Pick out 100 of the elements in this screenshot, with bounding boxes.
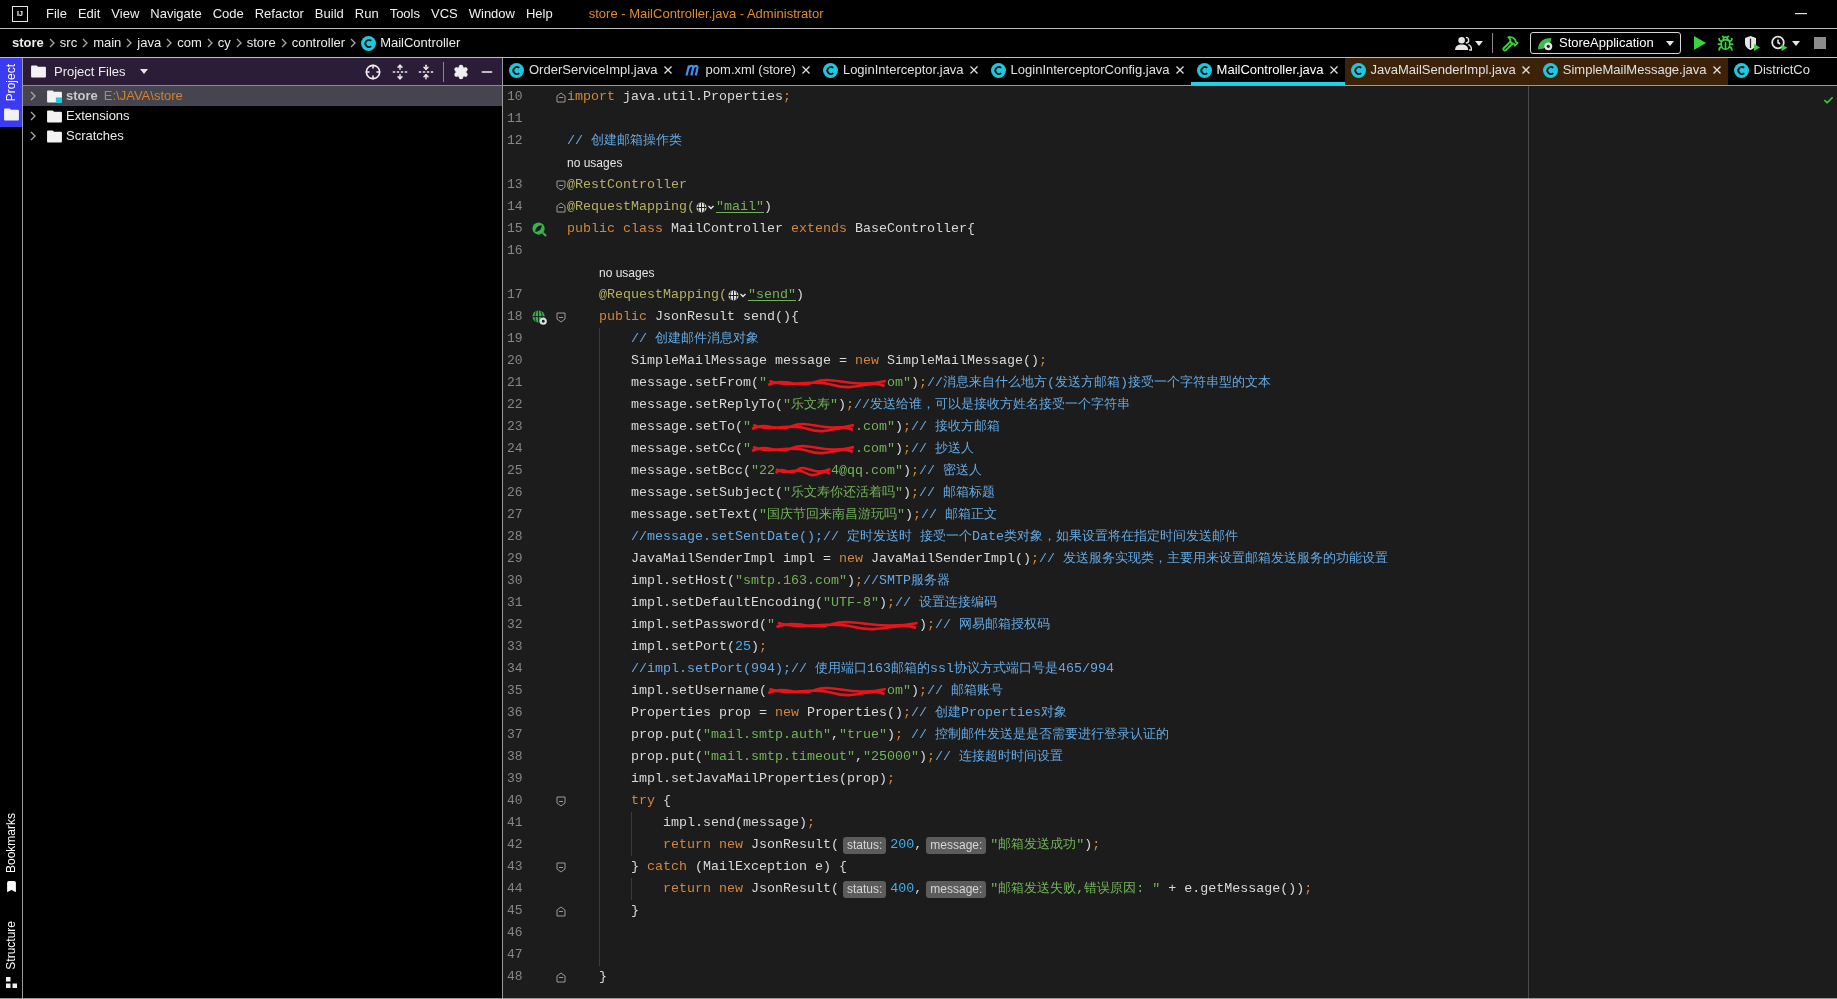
shield-icon[interactable]	[1744, 35, 1760, 51]
code-text: .com");// 接收方邮箱	[855, 418, 1000, 436]
fold-start-icon[interactable]	[556, 311, 566, 323]
breadcrumb-item[interactable]: com	[177, 33, 202, 53]
editor-tab[interactable]: JavaMailSenderImpl.java	[1344, 58, 1537, 85]
menu-item[interactable]: Build	[314, 4, 344, 24]
settings-icon[interactable]	[453, 63, 469, 80]
leaf-icon[interactable]	[531, 221, 547, 237]
users-icon[interactable]	[1455, 35, 1472, 51]
tool-window-tab[interactable]: Bookmarks	[0, 807, 22, 900]
breadcrumb-item[interactable]: src	[59, 33, 78, 53]
close-icon[interactable]	[663, 66, 672, 74]
chevron-right-icon	[206, 38, 213, 48]
usages-hint[interactable]: no usages	[567, 154, 623, 172]
chevron-right-icon[interactable]	[30, 131, 36, 141]
line-number: 43	[507, 859, 523, 875]
breadcrumb-item[interactable]: main	[93, 33, 122, 53]
tree-item[interactable]: store E:\JAVA\store	[23, 86, 502, 106]
menu-item[interactable]: Edit	[77, 4, 101, 24]
fold-end-icon[interactable]	[556, 971, 566, 983]
menu-item[interactable]: Refactor	[254, 4, 304, 24]
expand-all-icon[interactable]	[392, 63, 408, 80]
close-icon[interactable]	[1521, 66, 1530, 74]
line-number: 35	[507, 683, 523, 699]
breadcrumb-item[interactable]: store	[12, 33, 44, 53]
globe-dropdown-icon[interactable]	[696, 201, 715, 213]
tree-item[interactable]: Extensions	[23, 106, 502, 126]
tool-window-tab[interactable]: Structure	[0, 915, 22, 994]
chevron-right-icon[interactable]	[30, 91, 36, 101]
menu-item[interactable]: View	[111, 4, 140, 24]
fold-start-icon[interactable]	[556, 795, 566, 807]
folder-icon	[47, 109, 62, 123]
code-text: "邮箱发送成功");	[990, 836, 1101, 854]
code-text: 4@qq.com");// 密送人	[831, 462, 982, 480]
editor-tab[interactable]: pom.xml (store)	[678, 58, 817, 85]
tool-window-tab[interactable]: Project	[0, 58, 22, 128]
fold-start-icon[interactable]	[556, 179, 566, 191]
menu-item[interactable]: VCS	[431, 4, 458, 24]
play-icon[interactable]	[1694, 36, 1706, 50]
fold-start-icon[interactable]	[556, 861, 566, 873]
fold-end-icon[interactable]	[556, 905, 566, 917]
code-text: "mail")	[716, 198, 772, 216]
usages-hint[interactable]: no usages	[599, 264, 655, 282]
globe-badge-icon[interactable]	[531, 309, 547, 325]
fold-end-icon[interactable]	[556, 91, 566, 103]
line-number: 22	[507, 397, 523, 413]
breadcrumb-item[interactable]: controller	[291, 33, 346, 53]
menu-item[interactable]: Code	[212, 4, 244, 24]
caret-down-icon	[139, 69, 148, 74]
line-number: 47	[507, 947, 523, 963]
check-icon[interactable]	[1823, 95, 1834, 106]
line-number: 32	[507, 617, 523, 633]
line-number: 39	[507, 771, 523, 787]
line-number: 27	[507, 507, 523, 523]
close-icon[interactable]	[801, 66, 810, 74]
minimize-icon[interactable]	[1795, 13, 1807, 15]
menu-item[interactable]: File	[46, 4, 67, 24]
close-icon[interactable]	[969, 66, 978, 74]
globe-dropdown-icon[interactable]	[728, 289, 747, 301]
line-number: 19	[507, 331, 523, 347]
close-icon[interactable]	[1712, 66, 1721, 74]
menu-item[interactable]: Window	[468, 4, 515, 24]
breadcrumb-item[interactable]: store	[246, 33, 276, 53]
editor-tab[interactable]: DistrictCo	[1727, 58, 1817, 85]
clock-play-icon[interactable]	[1771, 35, 1788, 51]
run-configuration-dropdown[interactable]: StoreApplication	[1530, 32, 1681, 54]
collapse-all-icon[interactable]	[418, 63, 434, 80]
code-text: message.setTo("	[631, 418, 751, 436]
chevron-right-icon[interactable]	[30, 111, 36, 121]
code-text: public JsonResult send(){	[599, 308, 799, 326]
breadcrumb-item[interactable]: MailController	[361, 33, 461, 53]
close-icon[interactable]	[1329, 66, 1338, 74]
breadcrumb-item[interactable]: java	[137, 33, 162, 53]
project-view-dropdown[interactable]: Project Files	[31, 61, 148, 82]
editor-tab[interactable]: LoginInterceptor.java	[816, 58, 985, 85]
caret-down-icon	[1666, 40, 1674, 46]
menu-item[interactable]: Help	[525, 4, 553, 24]
menu-item[interactable]: Run	[354, 4, 379, 24]
fold-end-icon[interactable]	[556, 201, 566, 213]
scribble-icon	[751, 442, 855, 456]
editor-tab[interactable]: OrderServiceImpl.java	[503, 58, 679, 85]
line-number: 20	[507, 353, 523, 369]
line-number: 14	[507, 199, 523, 215]
close-icon[interactable]	[1175, 66, 1184, 74]
tree-item[interactable]: Scratches	[23, 126, 502, 146]
crosshair-icon[interactable]	[365, 63, 381, 80]
line-number: 16	[507, 243, 523, 259]
menu-item[interactable]: Navigate	[150, 4, 202, 24]
menu-item[interactable]: Tools	[389, 4, 420, 24]
line-number: 42	[507, 837, 523, 853]
folder-icon	[31, 65, 46, 78]
breadcrumb-item[interactable]: cy	[217, 33, 231, 53]
bug-icon[interactable]	[1717, 34, 1734, 52]
code-text: return new JsonResult(	[663, 880, 839, 898]
editor-tab[interactable]: LoginInterceptorConfig.java	[984, 58, 1191, 85]
hammer-icon[interactable]	[1502, 34, 1519, 52]
line-number: 45	[507, 903, 523, 919]
editor-tab[interactable]: SimpleMailMessage.java	[1536, 58, 1728, 85]
line-number: 15	[507, 221, 523, 237]
line-number: 37	[507, 727, 523, 743]
